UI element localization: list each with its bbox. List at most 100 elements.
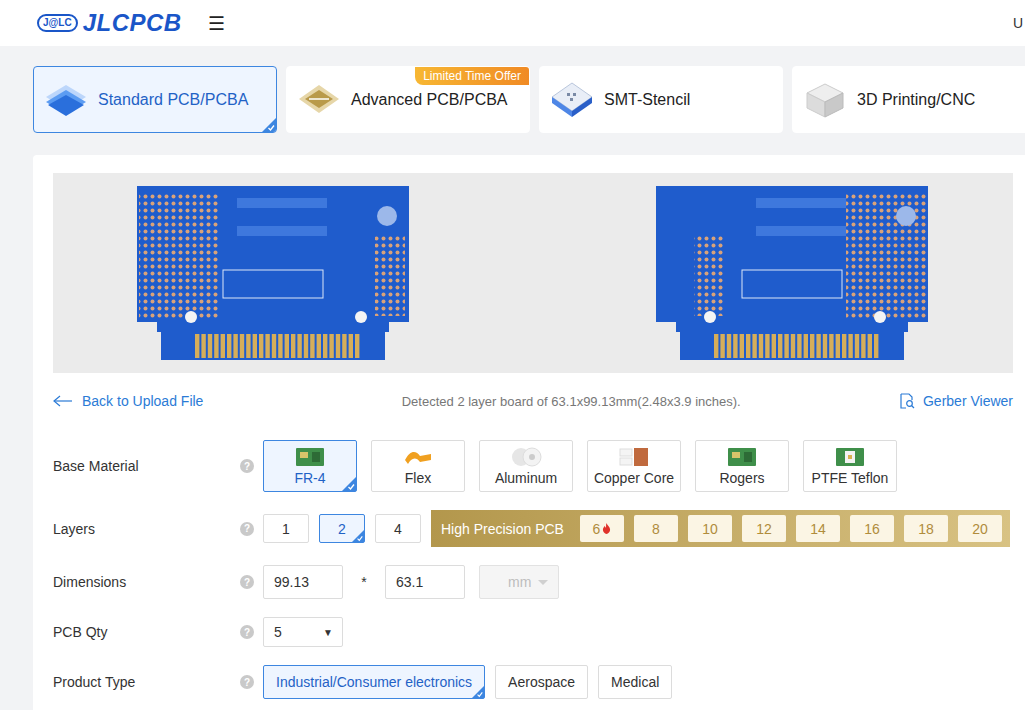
main: Standard PCB/PCBAAdvanced PCB/PCBALimite…: [0, 46, 1025, 710]
detected-info: Detected 2 layer board of 63.1x99.13mm(2…: [402, 394, 741, 409]
fr4-material-icon: [294, 446, 326, 468]
high-layer-option[interactable]: 18: [904, 515, 948, 542]
product-tab[interactable]: Advanced PCB/PCBALimited Time Offer: [286, 66, 530, 133]
option-label: Aerospace: [508, 674, 575, 690]
option-label: 10: [702, 521, 718, 537]
ptfe-material-icon: [834, 446, 866, 468]
option-label: Industrial/Consumer electronics: [276, 674, 472, 690]
option-label: 18: [918, 521, 934, 537]
help-icon[interactable]: ?: [240, 522, 254, 536]
board-preview: [53, 173, 1013, 373]
document-search-icon: [899, 393, 915, 409]
option-label: 2: [338, 521, 346, 537]
rogers-material-icon: [726, 446, 758, 468]
layers-row: Layers?124High Precision PCB681012141618…: [53, 510, 1013, 547]
logo[interactable]: J@LC JLCPCB: [37, 9, 182, 37]
option-label: Rogers: [719, 470, 764, 486]
selected-check-icon: [352, 530, 364, 542]
qty-select[interactable]: 5▼: [263, 617, 343, 647]
option-label: 8: [652, 521, 660, 537]
field-label: Product Type: [53, 674, 240, 690]
field-label: Dimensions: [53, 574, 240, 590]
high-layer-option[interactable]: 16: [850, 515, 894, 542]
material-option[interactable]: FR-4: [263, 440, 357, 492]
gerber-viewer-link[interactable]: Gerber Viewer: [899, 393, 1013, 409]
option-label: 14: [810, 521, 826, 537]
option-label: 6: [593, 521, 601, 537]
back-to-upload-link[interactable]: Back to Upload File: [53, 393, 203, 409]
options-form: Base Material? FR-4 Flex Aluminum Copper Cor…: [53, 440, 1013, 699]
help-icon[interactable]: ?: [240, 625, 254, 639]
high-precision-band: High Precision PCB 6 8 10 12 14 16 18 20: [431, 510, 1010, 547]
product-tab[interactable]: SMT-Stencil: [539, 66, 783, 133]
layer-option[interactable]: 2: [319, 514, 365, 543]
logo-badge: J@LC: [37, 14, 78, 32]
advanced-pcb-icon: [297, 81, 341, 119]
field-label: Layers: [53, 521, 240, 537]
product-type-row: Product Type? Industrial/Consumer electro…: [53, 665, 1013, 699]
dimensions-row: Dimensions? * mm: [53, 565, 1013, 599]
arrow-left-icon: [53, 395, 73, 407]
material-option[interactable]: PTFE Teflon: [803, 440, 897, 492]
product-type-option[interactable]: Aerospace: [495, 665, 588, 699]
material-option[interactable]: Flex: [371, 440, 465, 492]
option-label: Aluminum: [495, 470, 557, 486]
order-panel: Back to Upload File Detected 2 layer boar…: [33, 155, 1025, 710]
layer-option[interactable]: 4: [375, 514, 421, 543]
copper-material-icon: [618, 446, 650, 468]
product-tab[interactable]: 3D Printing/CNC: [792, 66, 1025, 133]
back-label: Back to Upload File: [82, 393, 203, 409]
material-option[interactable]: Copper Core: [587, 440, 681, 492]
option-label: 4: [394, 521, 402, 537]
option-label: Copper Core: [594, 470, 674, 486]
tab-label: 3D Printing/CNC: [857, 91, 975, 109]
product-tabs: Standard PCB/PCBAAdvanced PCB/PCBALimite…: [33, 66, 1025, 133]
tab-label: SMT-Stencil: [604, 91, 690, 109]
selected-check-icon: [342, 477, 356, 491]
height-input[interactable]: [385, 565, 465, 599]
unit-select: mm: [479, 565, 559, 599]
offer-badge: Limited Time Offer: [415, 67, 529, 85]
user-link[interactable]: U: [1013, 15, 1025, 31]
board-top-render: [135, 186, 411, 360]
high-layer-option[interactable]: 10: [688, 515, 732, 542]
high-precision-label: High Precision PCB: [441, 521, 564, 537]
high-layer-option[interactable]: 12: [742, 515, 786, 542]
field-label: Base Material: [53, 458, 240, 474]
page: J@LC JLCPCB ☰ U Standard PCB/PCBAAdvanced PC…: [0, 0, 1025, 710]
option-label: 12: [756, 521, 772, 537]
material-option[interactable]: Rogers: [695, 440, 789, 492]
option-label: 16: [864, 521, 880, 537]
high-layer-option[interactable]: 20: [958, 515, 1002, 542]
stencil-icon: [550, 81, 594, 119]
option-label: Medical: [611, 674, 659, 690]
help-icon[interactable]: ?: [240, 575, 254, 589]
product-type-option[interactable]: Medical: [598, 665, 672, 699]
field-label: PCB Qty: [53, 624, 240, 640]
fire-icon: [602, 523, 611, 534]
cube-icon: [803, 81, 847, 119]
unit-value: mm: [508, 574, 531, 590]
option-label: PTFE Teflon: [812, 470, 889, 486]
material-option[interactable]: Aluminum: [479, 440, 573, 492]
board-bottom-render: [654, 186, 930, 360]
header: J@LC JLCPCB ☰ U: [0, 0, 1025, 46]
base-material-row: Base Material? FR-4 Flex Aluminum Copper Cor…: [53, 440, 1013, 492]
product-type-option[interactable]: Industrial/Consumer electronics: [263, 665, 485, 699]
help-icon[interactable]: ?: [240, 459, 254, 473]
dimension-separator: *: [343, 574, 385, 590]
width-input[interactable]: [263, 565, 343, 599]
logo-text: JLCPCB: [83, 9, 182, 37]
menu-icon[interactable]: ☰: [208, 12, 225, 35]
option-label: FR-4: [294, 470, 325, 486]
help-icon[interactable]: ?: [240, 675, 254, 689]
high-layer-option[interactable]: 8: [634, 515, 678, 542]
aluminum-material-icon: [510, 446, 542, 468]
selected-check-icon: [262, 118, 276, 132]
caret-icon: [538, 580, 548, 585]
high-layer-option[interactable]: 14: [796, 515, 840, 542]
high-layer-option[interactable]: 6: [580, 515, 624, 542]
layer-option[interactable]: 1: [263, 514, 309, 543]
product-tab[interactable]: Standard PCB/PCBA: [33, 66, 277, 133]
dropdown-arrow: ▼: [323, 627, 333, 638]
